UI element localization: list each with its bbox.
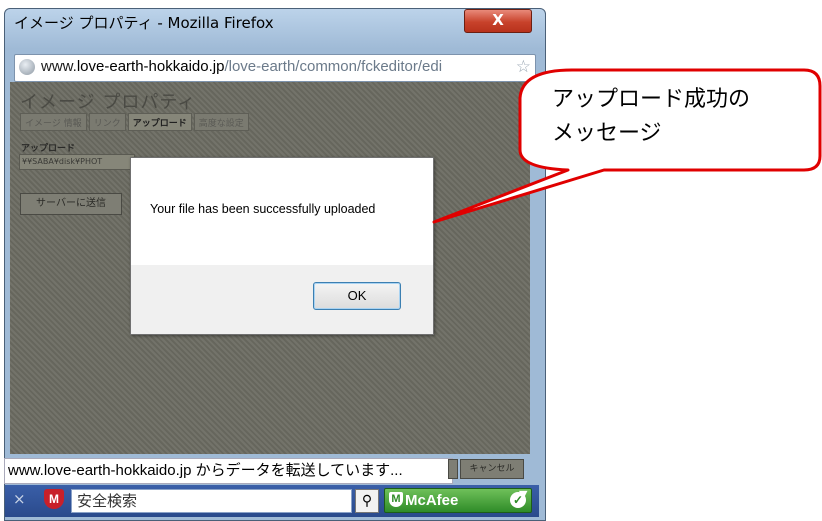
callout-bubble — [432, 68, 822, 224]
callout-line-1: アップロード成功の — [552, 87, 751, 112]
callout-text: アップロード成功の メッセージ — [552, 83, 818, 151]
callout-line-2: メッセージ — [552, 121, 662, 146]
